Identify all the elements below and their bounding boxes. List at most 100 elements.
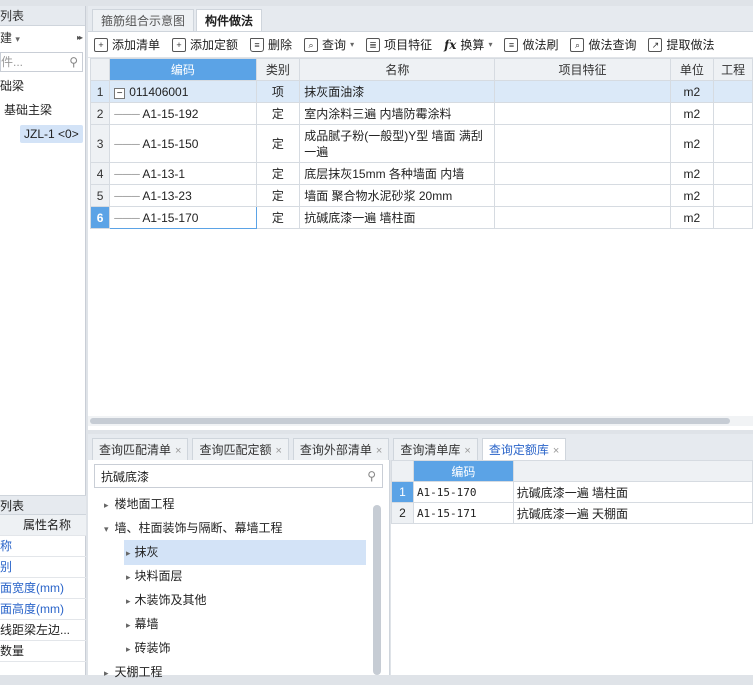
column-header-type[interactable]: 类别 <box>255 58 301 81</box>
method-query-button[interactable]: ⌕ 做法查询 <box>570 36 636 53</box>
close-icon[interactable]: × <box>553 445 559 457</box>
chevron-right-icon[interactable]: ▸ <box>104 500 109 510</box>
name-cell[interactable]: 抗碱底漆一遍 墙柱面 <box>299 206 496 229</box>
quantity-cell[interactable] <box>713 206 753 229</box>
prop-width[interactable]: 面宽度(mm) <box>0 578 86 599</box>
tree-item-main-beam[interactable]: 基础主梁 <box>0 98 85 122</box>
prop-name[interactable]: 称 <box>0 536 86 557</box>
new-component-tool[interactable]: 建 ▾ ▸▸ <box>0 26 85 50</box>
chevron-right-icon[interactable]: ▸ <box>126 644 131 654</box>
tab-list-library[interactable]: 查询清单库 × <box>393 438 478 460</box>
quantity-cell[interactable] <box>713 102 753 125</box>
result-code[interactable]: A1-15-170 <box>412 481 514 503</box>
feature-button[interactable]: ≣ 项目特征 <box>366 36 432 53</box>
tab-match-quota[interactable]: 查询匹配定额 × <box>192 438 289 460</box>
chevron-right-icon[interactable]: ▸ <box>126 596 131 606</box>
column-header-quantity[interactable]: 工程 <box>713 58 753 81</box>
quantity-cell[interactable] <box>713 124 753 163</box>
add-quota-button[interactable]: + 添加定额 <box>172 36 238 53</box>
prop-count[interactable]: 数量 <box>0 641 86 662</box>
vertical-scrollbar[interactable] <box>373 505 381 675</box>
name-cell[interactable]: 成品腻子粉(一般型)Y型 墙面 满刮一遍 <box>299 124 496 163</box>
result-code[interactable]: A1-15-171 <box>412 502 514 524</box>
type-cell[interactable]: 定 <box>255 206 301 229</box>
table-row[interactable]: 4 ─── A1-13-1 定 底层抹灰15mm 各种墙面 内墙 m2 <box>89 162 753 185</box>
collapse-toggle-icon[interactable]: − <box>114 87 126 99</box>
chevron-down-icon[interactable]: ▾ <box>104 524 109 534</box>
tree-item[interactable]: ▾ 墙、柱面装饰与隔断、幕墙工程 <box>88 516 389 540</box>
code-cell[interactable]: ─── A1-15-170 <box>109 206 257 229</box>
add-list-button[interactable]: + 添加清单 <box>94 36 160 53</box>
feature-cell[interactable] <box>494 80 671 103</box>
unit-cell[interactable]: m2 <box>669 80 715 103</box>
type-cell[interactable]: 定 <box>255 162 301 185</box>
feature-cell[interactable] <box>494 124 671 163</box>
code-cell[interactable]: ─── A1-13-1 <box>109 162 257 185</box>
delete-button[interactable]: ≡ 删除 <box>250 36 292 53</box>
tab-quota-library[interactable]: 查询定额库 × <box>481 438 567 460</box>
chevron-right-icon[interactable]: ▸ <box>126 572 131 582</box>
column-header-code[interactable]: 编码 <box>109 58 257 81</box>
type-cell[interactable]: 定 <box>255 184 301 207</box>
unit-cell[interactable]: m2 <box>669 162 715 185</box>
type-cell[interactable]: 定 <box>255 102 301 125</box>
unit-cell[interactable]: m2 <box>669 184 715 207</box>
quantity-cell[interactable] <box>713 162 753 185</box>
method-brush-button[interactable]: ≡ 做法刷 <box>504 36 558 53</box>
prop-offset[interactable]: 线距梁左边... <box>0 620 86 641</box>
table-row[interactable]: 6 ─── A1-15-170 定 抗碱底漆一遍 墙柱面 m2 <box>89 206 753 229</box>
search-icon[interactable]: ⚲ <box>367 469 376 483</box>
close-icon[interactable]: × <box>464 445 470 457</box>
convert-button[interactable]: fx 换算 ▾ <box>444 36 492 53</box>
unit-cell[interactable]: m2 <box>669 124 715 163</box>
result-row[interactable]: 2 A1-15-171 抗碱底漆一遍 天棚面 <box>391 502 753 524</box>
search-icon[interactable]: ⚲ <box>69 53 78 71</box>
column-header-name[interactable]: 名称 <box>299 58 496 81</box>
feature-cell[interactable] <box>494 206 671 229</box>
query-button[interactable]: ⌕ 查询 ▾ <box>304 36 354 53</box>
scrollbar-thumb[interactable] <box>90 418 730 424</box>
result-name[interactable]: 抗碱底漆一遍 墙柱面 <box>512 481 753 503</box>
tree-item[interactable]: ▸ 块料面层 <box>88 564 389 588</box>
table-row[interactable]: 5 ─── A1-13-23 定 墙面 聚合物水泥砂浆 20mm m2 <box>89 184 753 207</box>
code-cell[interactable]: ─── A1-13-23 <box>109 184 257 207</box>
extract-method-button[interactable]: ↗ 提取做法 <box>648 36 715 53</box>
tree-item[interactable]: ▸ 砖装饰 <box>88 636 389 660</box>
collapse-arrows-icon[interactable]: ▸▸ <box>77 26 83 50</box>
column-header-unit[interactable]: 单位 <box>669 58 715 81</box>
feature-cell[interactable] <box>494 162 671 185</box>
tab-match-list[interactable]: 查询匹配清单 × <box>92 438 189 460</box>
horizontal-scrollbar[interactable] <box>88 416 753 426</box>
name-cell[interactable]: 室内涂料三遍 内墙防霉涂料 <box>299 102 496 125</box>
name-cell[interactable]: 底层抹灰15mm 各种墙面 内墙 <box>299 162 496 185</box>
name-cell[interactable]: 抹灰面油漆 <box>299 80 496 103</box>
code-cell[interactable]: −011406001 <box>109 80 257 103</box>
unit-cell[interactable]: m2 <box>669 206 715 229</box>
type-cell[interactable]: 定 <box>255 124 301 163</box>
name-cell[interactable]: 墙面 聚合物水泥砂浆 20mm <box>299 184 496 207</box>
tree-item-beam[interactable]: 础梁 <box>0 74 85 98</box>
column-header-feature[interactable]: 项目特征 <box>494 58 671 81</box>
table-row[interactable]: 3 ─── A1-15-150 定 成品腻子粉(一般型)Y型 墙面 满刮一遍 m… <box>89 124 753 163</box>
result-row[interactable]: 1 A1-15-170 抗碱底漆一遍 墙柱面 <box>391 481 753 503</box>
chevron-right-icon[interactable]: ▸ <box>104 668 109 678</box>
quantity-cell[interactable] <box>713 80 753 103</box>
prop-height[interactable]: 面高度(mm) <box>0 599 86 620</box>
tree-item[interactable]: ▸ 楼地面工程 <box>88 492 389 516</box>
feature-cell[interactable] <box>494 102 671 125</box>
tree-item[interactable]: ▸ 天棚工程 <box>88 660 389 684</box>
tree-item[interactable]: ▸ 木装饰及其他 <box>88 588 389 612</box>
chevron-right-icon[interactable]: ▸ <box>126 620 131 630</box>
table-row[interactable]: 2 ─── A1-15-192 定 室内涂料三遍 内墙防霉涂料 m2 <box>89 102 753 125</box>
tab-component-method[interactable]: 构件做法 <box>196 9 263 31</box>
code-cell[interactable]: ─── A1-15-150 <box>109 124 257 163</box>
quota-search-input[interactable]: 抗碱底漆 ⚲ <box>94 464 383 488</box>
feature-cell[interactable] <box>494 184 671 207</box>
component-search-input[interactable]: 件... ⚲ <box>0 52 83 72</box>
unit-cell[interactable]: m2 <box>669 102 715 125</box>
tree-item[interactable]: ▸ 抹灰 <box>88 540 389 565</box>
chevron-right-icon[interactable]: ▸ <box>126 548 131 558</box>
type-cell[interactable]: 项 <box>255 80 301 103</box>
column-header-code[interactable]: 编码 <box>412 460 514 482</box>
result-name[interactable]: 抗碱底漆一遍 天棚面 <box>512 502 753 524</box>
